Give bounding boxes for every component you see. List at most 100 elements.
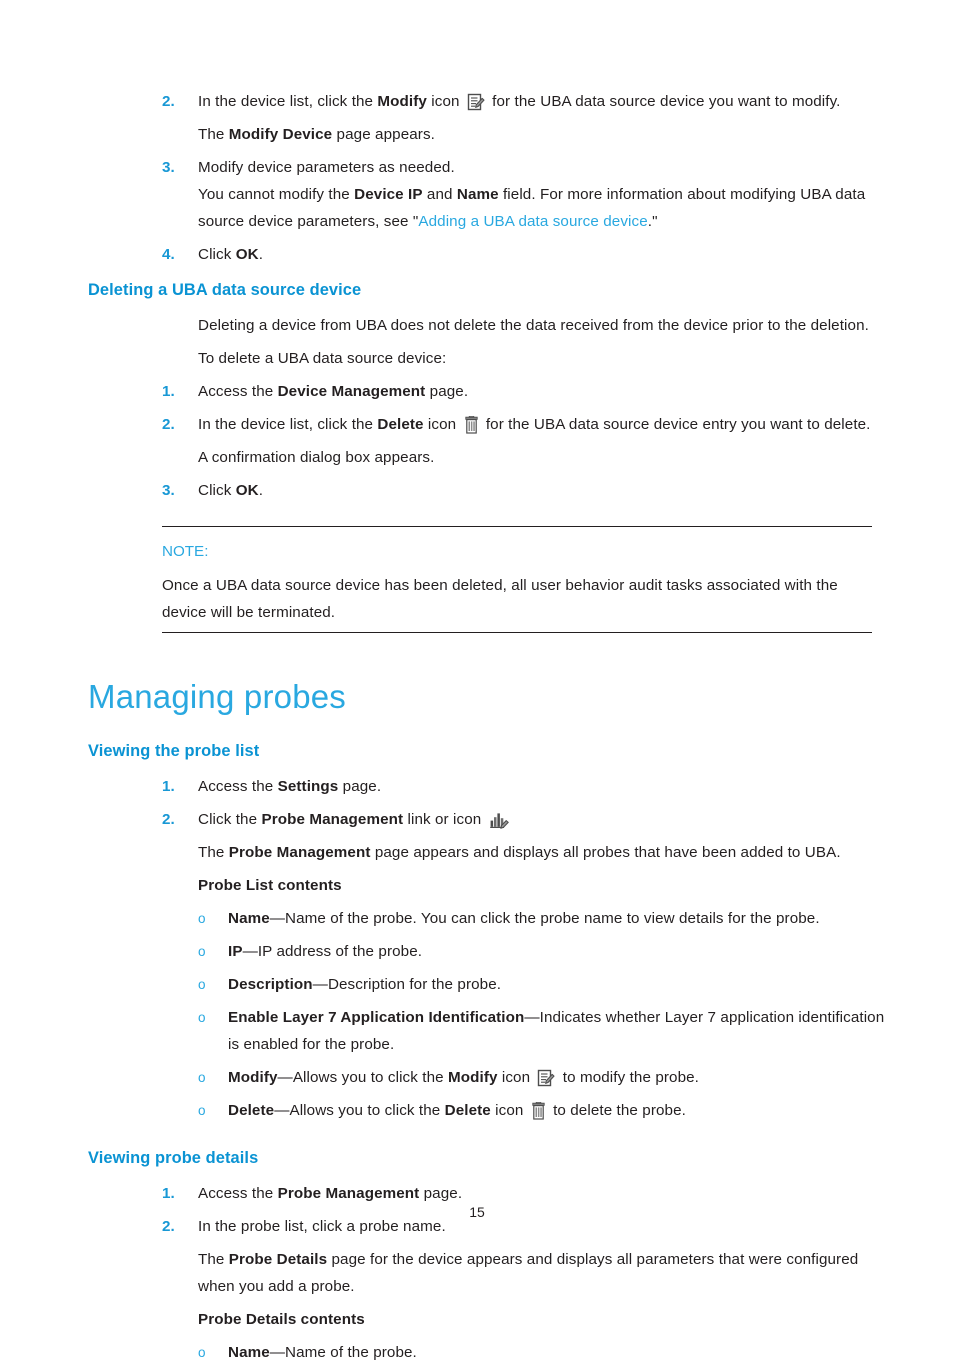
- followup-pre: The: [198, 1251, 229, 1268]
- contents-item-term: Name: [228, 1344, 270, 1361]
- step-followup: The Probe Details page for the device ap…: [198, 1246, 888, 1300]
- step-text: Click the Probe Management link or icon: [198, 806, 888, 833]
- followup-post: page appears and displays all probes tha…: [370, 844, 841, 861]
- step-text-bold: Delete: [377, 416, 424, 433]
- note-box: NOTE: Once a UBA data source device has …: [162, 526, 872, 633]
- contents-item-desc: —IP address of the probe.: [242, 943, 423, 960]
- list-item: o Modify—Allows you to click the Modify …: [88, 1064, 888, 1091]
- probe-details-contents-title: Probe Details contents: [198, 1311, 365, 1328]
- contents-item-term: IP: [228, 943, 243, 960]
- step-text-post: page.: [338, 778, 382, 795]
- contents-item-term: Description: [228, 976, 313, 993]
- step-followup: The Probe Management page appears and di…: [198, 839, 888, 866]
- list-item: o Enable Layer 7 Application Identificat…: [88, 1004, 888, 1058]
- cross-reference-link[interactable]: Adding a UBA data source device: [418, 213, 647, 230]
- contents-item-text: Name—Name of the probe. You can click th…: [228, 905, 888, 932]
- step-text-pre: Click: [198, 482, 236, 499]
- step-number: 2.: [162, 416, 175, 433]
- contents-item-desc: —Description for the probe.: [312, 976, 502, 993]
- step-text: Access the Probe Management page.: [198, 1180, 888, 1207]
- step-text-pre: Click the: [198, 811, 262, 828]
- step-text-post: link or icon: [403, 811, 486, 828]
- step-text-pre: In the device list, click the: [198, 416, 378, 433]
- modify-icon[interactable]: [537, 1069, 555, 1087]
- list-item: o Description—Description for the probe.: [88, 971, 888, 998]
- bullet-marker: o: [198, 977, 206, 992]
- contents-item-desc-bold: Delete: [444, 1102, 491, 1119]
- deleting-intro-text: Deleting a device from UBA does not dele…: [198, 317, 869, 334]
- list-item: 3. Modify device parameters as needed. Y…: [88, 154, 888, 235]
- step-text: In the device list, click the Delete ico…: [198, 411, 888, 438]
- document-page: 2. In the device list, click the Modify …: [0, 0, 954, 1361]
- list-item: 2. In the probe list, click a probe name…: [88, 1213, 888, 1300]
- contents-item-desc: —Name of the probe. You can click the pr…: [269, 910, 820, 927]
- note-label: NOTE:: [162, 543, 209, 560]
- step-text-bold: OK: [235, 246, 259, 263]
- step-text: Access the Settings page.: [198, 773, 888, 800]
- step-text-post: page.: [425, 383, 469, 400]
- contents-item-desc: —Name of the probe.: [269, 1344, 417, 1361]
- contents-item-text: Enable Layer 7 Application Identificatio…: [228, 1004, 888, 1058]
- probe-list-contents: o Name—Name of the probe. You can click …: [88, 905, 888, 1124]
- modify-icon[interactable]: [467, 93, 485, 111]
- contents-item-desc-bold: Modify: [448, 1069, 498, 1086]
- deleting-steps-list: 1. Access the Device Management page. 2.…: [88, 378, 888, 504]
- section-heading-viewing-probe-list: Viewing the probe list: [88, 742, 260, 760]
- bullet-marker: o: [198, 1010, 206, 1025]
- step-text-post: icon: [423, 416, 461, 433]
- contents-item-text: Modify—Allows you to click the Modify ic…: [228, 1064, 888, 1091]
- contents-item-text: Name—Name of the probe.: [228, 1339, 888, 1366]
- followup-a: You cannot modify the: [198, 186, 355, 203]
- step-text: Click OK.: [198, 241, 888, 268]
- followup-bold: Modify Device: [228, 126, 333, 143]
- probe-management-icon[interactable]: [489, 811, 509, 829]
- list-item: 1. Access the Settings page.: [88, 773, 888, 800]
- page-number: 15: [469, 1204, 485, 1220]
- list-item: o IP—IP address of the probe.: [88, 938, 888, 965]
- step-text-bold: Probe Management: [261, 811, 404, 828]
- step-text: In the device list, click the Modify ico…: [198, 88, 888, 115]
- step-text: Modify device parameters as needed.: [198, 159, 455, 176]
- bullet-marker: o: [198, 1070, 206, 1085]
- step-number: 1.: [162, 1185, 175, 1202]
- step-text-post: page.: [419, 1185, 463, 1202]
- list-item: 2. In the device list, click the Modify …: [88, 88, 888, 148]
- step-number: 2.: [162, 811, 175, 828]
- delete-icon[interactable]: [464, 416, 479, 434]
- contents-item-desc-mid: icon: [497, 1069, 535, 1086]
- step-text-tail: for the UBA data source device entry you…: [481, 416, 871, 433]
- delete-icon[interactable]: [531, 1102, 546, 1120]
- step-text-pre: In the device list, click the: [198, 93, 378, 110]
- bullet-marker: o: [198, 944, 206, 959]
- step-number: 4.: [162, 246, 175, 263]
- step-number: 1.: [162, 383, 175, 400]
- section-heading-viewing-probe-details: Viewing probe details: [88, 1149, 259, 1167]
- step-text-post: icon: [426, 93, 464, 110]
- contents-item-desc-mid: icon: [490, 1102, 528, 1119]
- step-text-pre: Access the: [198, 383, 278, 400]
- step-text-pre: Click: [198, 246, 236, 263]
- step-text-pre: Access the: [198, 778, 278, 795]
- bullet-marker: o: [198, 1345, 206, 1360]
- followup-bold-name: Name: [456, 186, 499, 203]
- list-item: o Name—Name of the probe.: [88, 1339, 888, 1366]
- list-item: o Name—Name of the probe. You can click …: [88, 905, 888, 932]
- probe-list-contents-title: Probe List contents: [198, 877, 342, 894]
- modify-steps-list: 2. In the device list, click the Modify …: [88, 88, 888, 268]
- step-text-post: .: [258, 482, 264, 499]
- viewing-probe-list-steps: 1. Access the Settings page. 2. Click th…: [88, 773, 888, 866]
- contents-item-term: Delete: [228, 1102, 275, 1119]
- contents-item-text: Delete—Allows you to click the Delete ic…: [228, 1097, 888, 1124]
- contents-item-desc-post: to modify the probe.: [558, 1069, 699, 1086]
- contents-item-term: Modify: [228, 1069, 278, 1086]
- step-followup: A confirmation dialog box appears.: [198, 449, 435, 466]
- step-text: Click OK.: [198, 477, 888, 504]
- followup-bold: Probe Details: [228, 1251, 328, 1268]
- followup-e: .": [647, 213, 658, 230]
- followup-post: page appears.: [332, 126, 435, 143]
- followup-bold: Probe Management: [228, 844, 371, 861]
- followup-c: and: [422, 186, 457, 203]
- followup-pre: The: [198, 126, 229, 143]
- contents-item-term: Name: [228, 910, 270, 927]
- list-item: 1. Access the Device Management page.: [88, 378, 888, 405]
